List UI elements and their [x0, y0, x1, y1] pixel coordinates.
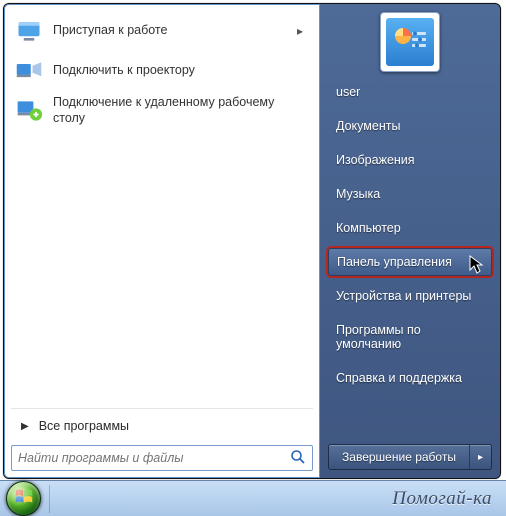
start-menu-left: Приступая к работе ▸ Подключить к проект…	[4, 4, 320, 478]
taskbar-separator	[49, 485, 50, 513]
program-label: Подключение к удаленному рабочему столу	[53, 95, 309, 126]
taskbar: Помогай-ка	[0, 480, 506, 516]
watermark-text: Помогай-ка	[392, 488, 492, 510]
nav-default-programs[interactable]: Программы по умолчанию	[328, 316, 492, 358]
recent-programs-list: Приступая к работе ▸ Подключить к проект…	[11, 11, 313, 404]
program-label: Подключить к проектору	[53, 63, 309, 79]
nav-computer[interactable]: Компьютер	[328, 214, 492, 242]
nav-documents[interactable]: Документы	[328, 112, 492, 140]
shutdown-button[interactable]: Завершение работы ▸	[328, 444, 492, 470]
search-icon	[290, 449, 306, 468]
all-programs-button[interactable]: ▶ Все программы	[11, 413, 313, 439]
all-programs-label: Все программы	[39, 419, 129, 433]
user-picture[interactable]	[380, 12, 440, 72]
getting-started-icon	[13, 15, 45, 47]
places-list: user Документы Изображения Музыка Компью…	[320, 74, 500, 392]
nav-control-panel[interactable]: Панель управления	[328, 248, 492, 276]
shutdown-options-arrow-icon[interactable]: ▸	[469, 445, 491, 469]
start-orb[interactable]	[6, 481, 41, 516]
program-item-projector[interactable]: Подключить к проектору	[11, 51, 313, 91]
nav-music[interactable]: Музыка	[328, 180, 492, 208]
search-row	[11, 445, 313, 471]
nav-devices-printers[interactable]: Устройства и принтеры	[328, 282, 492, 310]
search-input[interactable]	[18, 451, 290, 465]
remote-desktop-icon	[13, 95, 45, 127]
program-label: Приступая к работе	[53, 23, 297, 39]
shutdown-row: Завершение работы ▸	[328, 444, 492, 470]
shutdown-label: Завершение работы	[329, 445, 469, 469]
start-menu: Приступая к работе ▸ Подключить к проект…	[3, 3, 501, 479]
cursor-icon	[469, 255, 485, 278]
start-menu-right: user Документы Изображения Музыка Компью…	[320, 4, 500, 478]
submenu-arrow-icon: ▸	[297, 24, 309, 38]
search-box[interactable]	[11, 445, 313, 471]
triangle-right-icon: ▶	[21, 421, 29, 432]
control-panel-icon	[386, 18, 434, 66]
projector-icon	[13, 55, 45, 87]
nav-pictures[interactable]: Изображения	[328, 146, 492, 174]
separator	[11, 408, 313, 409]
nav-help[interactable]: Справка и поддержка	[328, 364, 492, 392]
program-item-getting-started[interactable]: Приступая к работе ▸	[11, 11, 313, 51]
program-item-remote-desktop[interactable]: Подключение к удаленному рабочему столу	[11, 91, 313, 131]
nav-label: Панель управления	[337, 255, 452, 269]
nav-user[interactable]: user	[328, 78, 492, 106]
